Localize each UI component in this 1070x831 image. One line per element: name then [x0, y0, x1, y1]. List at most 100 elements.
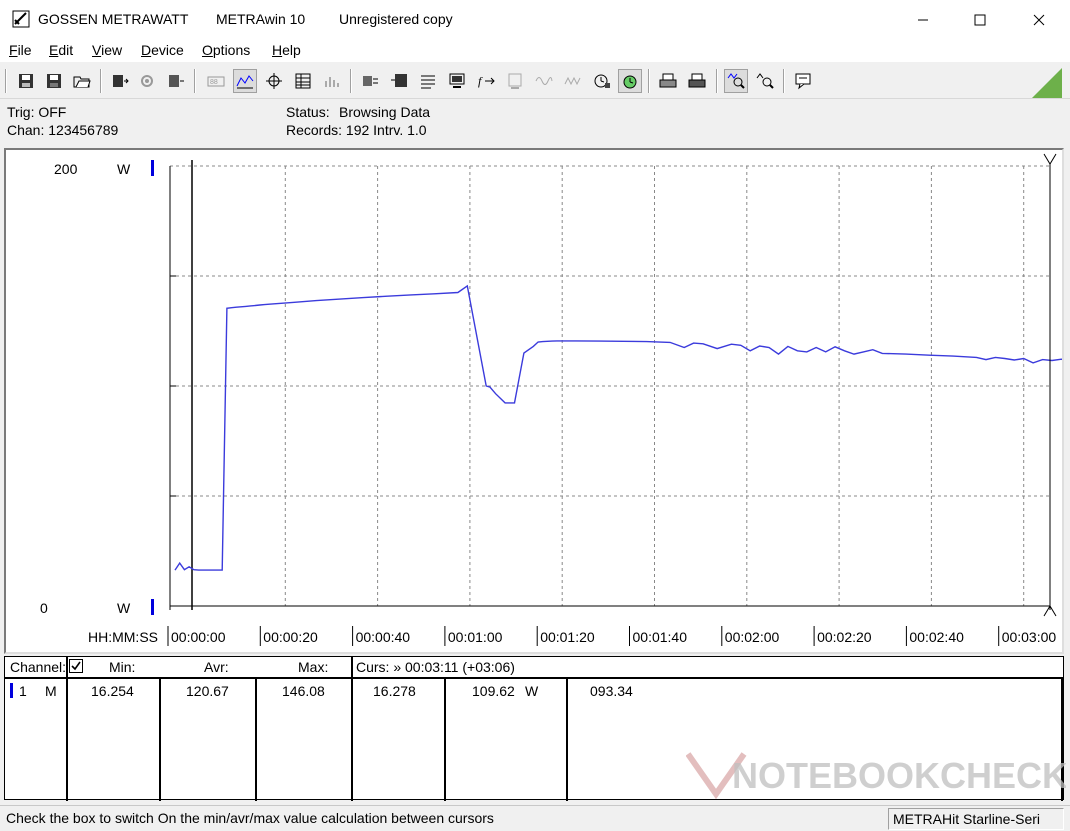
- x-tick-label: 00:00:20: [263, 629, 318, 645]
- toolbar-separator: [350, 69, 352, 93]
- channel-color-marker: [10, 683, 13, 698]
- cursor-right-marker[interactable]: [1043, 153, 1057, 617]
- min-header: Min:: [109, 659, 136, 675]
- minimize-button[interactable]: [894, 0, 952, 40]
- checkmark-icon: [71, 661, 81, 671]
- live-record-icon[interactable]: [618, 69, 642, 93]
- x-tick-label: 00:00:00: [171, 629, 226, 645]
- license-title: Unregistered copy: [339, 11, 453, 27]
- stopwatch-icon[interactable]: [590, 69, 614, 93]
- avr-value: 120.67: [186, 683, 229, 699]
- series-layer: [174, 284, 1062, 571]
- y-channel-marker-bottom: [151, 599, 154, 615]
- resize-corner-icon: [1032, 68, 1062, 98]
- minmax-checkbox[interactable]: [69, 659, 83, 673]
- chart-axes: [169, 166, 1050, 610]
- column-divider: [255, 679, 257, 801]
- toolbar-separator: [100, 69, 102, 93]
- toolbar: 88 f: [0, 63, 1070, 99]
- minimize-icon: [918, 19, 928, 21]
- y-max-label: 200: [54, 161, 78, 177]
- toolbar-grip: [5, 69, 7, 93]
- toolbar-separator: [783, 69, 785, 93]
- device-settings-icon[interactable]: [136, 69, 160, 93]
- zoom-in-icon[interactable]: [724, 69, 748, 93]
- x-tick-labels: 00:00:00 00:00:20 00:00:40 00:01:00 00:01:20…: [167, 626, 1057, 646]
- wave-multi-icon[interactable]: [561, 69, 585, 93]
- menu-edit[interactable]: Edit: [49, 42, 73, 58]
- function-icon[interactable]: f: [474, 69, 498, 93]
- device-send-icon[interactable]: [164, 69, 188, 93]
- menu-device[interactable]: Device: [141, 42, 184, 58]
- x-tick-label: 00:02:40: [909, 629, 964, 645]
- title-bar: GOSSEN METRAWATT METRAwin 10 Unregistere…: [0, 0, 1070, 40]
- x-tick-label: 00:03:00: [1002, 629, 1057, 645]
- cursor-header: Curs: » 00:03:11 (+03:06): [356, 659, 515, 675]
- cursor-value: 109.62: [472, 683, 515, 699]
- save-as-icon[interactable]: [42, 69, 66, 93]
- meter-display-icon[interactable]: [503, 69, 527, 93]
- x-tick-label: 00:02:00: [725, 629, 780, 645]
- crosshair-icon[interactable]: [262, 69, 286, 93]
- record-config-icon[interactable]: [387, 69, 411, 93]
- app-name-title: METRAwin 10: [216, 11, 306, 27]
- channel-index: 1: [19, 683, 27, 699]
- table-header-divider: [5, 677, 1063, 679]
- channel-header: Channel:: [10, 659, 67, 675]
- help-tooltip-icon[interactable]: [791, 69, 815, 93]
- cursor-min-value: 16.278: [373, 683, 416, 699]
- plot-area[interactable]: 200 W 0 W HH:MM:SS 00:00:00 00:00:20 00:00…: [4, 148, 1064, 654]
- maximize-button[interactable]: [951, 0, 1009, 40]
- x-tick-label: 00:01:40: [633, 629, 688, 645]
- svg-text:88: 88: [210, 79, 218, 86]
- info-panel: Trig: OFF Chan: 123456789 Status: Browsi…: [0, 100, 1070, 146]
- power-series-line: [174, 284, 1062, 571]
- menu-bar: File Edit View Device Options Help: [0, 40, 1070, 62]
- digital-display-icon[interactable]: 88: [204, 69, 228, 93]
- column-divider: [351, 657, 353, 801]
- table-view-icon[interactable]: [291, 69, 315, 93]
- y-unit-bottom: W: [117, 600, 131, 616]
- status-hint: Check the box to switch On the min/avr/m…: [6, 810, 494, 826]
- svg-text:f: f: [478, 74, 483, 88]
- print-preview-icon[interactable]: [685, 69, 709, 93]
- save-icon[interactable]: [14, 69, 38, 93]
- device-status: METRAHit Starline-Seri: [888, 808, 1064, 830]
- channel-config-icon[interactable]: [358, 69, 382, 93]
- bar-graph-icon[interactable]: [320, 69, 344, 93]
- menu-help[interactable]: Help: [272, 42, 301, 58]
- column-divider: [444, 679, 446, 801]
- close-button[interactable]: [1010, 0, 1068, 40]
- svg-text:NOTEBOOKCHECK: NOTEBOOKCHECK: [732, 755, 1066, 796]
- status-label: Status:: [286, 104, 330, 120]
- wave-icon[interactable]: [532, 69, 556, 93]
- cursor-extra-value: 093.34: [590, 683, 633, 699]
- menu-file[interactable]: File: [9, 42, 32, 58]
- channel-status: Chan: 123456789: [7, 122, 119, 138]
- max-header: Max:: [298, 659, 329, 675]
- records-info: Records: 192 Intrv. 1.0: [286, 122, 427, 138]
- status-value: Browsing Data: [339, 104, 431, 120]
- cursor-unit: W: [525, 683, 539, 699]
- avr-header: Avr:: [204, 659, 229, 675]
- column-divider: [66, 657, 68, 801]
- toolbar-separator: [648, 69, 650, 93]
- open-folder-icon[interactable]: [70, 69, 94, 93]
- maximize-icon: [974, 14, 986, 26]
- device-read-icon[interactable]: [108, 69, 132, 93]
- line-graph-icon[interactable]: [233, 69, 257, 93]
- y-unit-top: W: [117, 161, 131, 177]
- list-config-icon[interactable]: [416, 69, 440, 93]
- toolbar-separator: [194, 69, 196, 93]
- menu-options[interactable]: Options: [202, 42, 250, 58]
- notebookcheck-watermark: NOTEBOOKCHECK: [685, 746, 1068, 806]
- brand-title: GOSSEN METRAWATT: [38, 11, 189, 27]
- column-divider: [159, 679, 161, 801]
- power-chart[interactable]: 200 W 0 W HH:MM:SS 00:00:00 00:00:20 00:00…: [6, 150, 1062, 652]
- zoom-out-icon[interactable]: [753, 69, 777, 93]
- print-icon[interactable]: [656, 69, 680, 93]
- close-icon: [1033, 14, 1045, 26]
- menu-view[interactable]: View: [92, 42, 122, 58]
- x-tick-label: 00:02:20: [817, 629, 872, 645]
- monitor-icon[interactable]: [445, 69, 469, 93]
